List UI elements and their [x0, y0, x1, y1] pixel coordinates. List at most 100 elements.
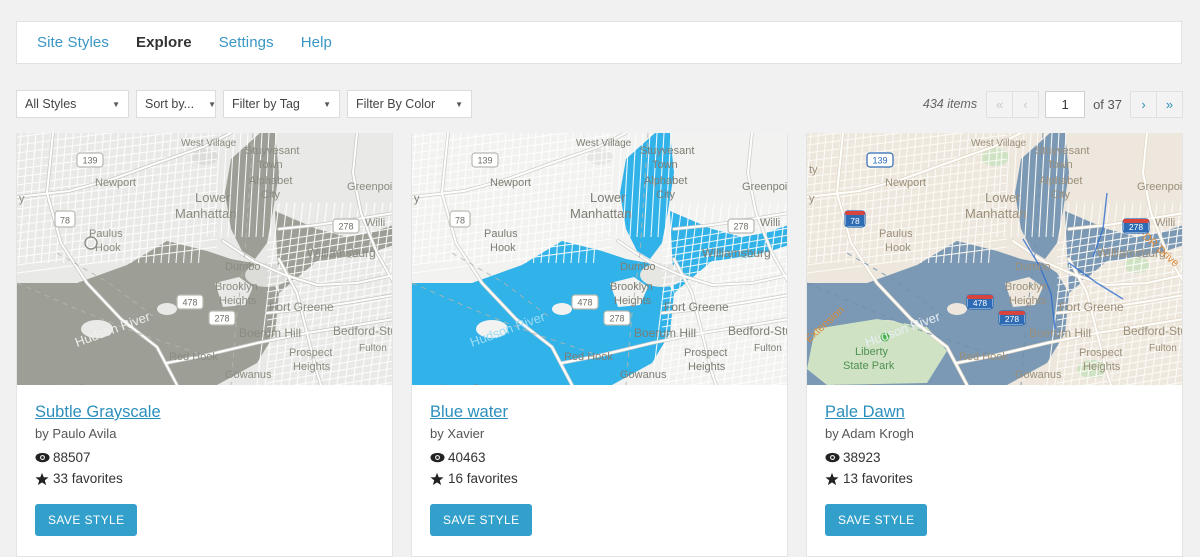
style-title-link[interactable]: Subtle Grayscale [35, 403, 161, 422]
map-thumbnail[interactable]: y Newport Paulus Hook West Village Lower Manha… [807, 133, 1182, 385]
save-style-button[interactable]: SAVE STYLE [430, 504, 533, 536]
svg-text:139: 139 [82, 156, 97, 166]
style-card[interactable]: y Newport Paulus Hook West Village Lower Manha… [16, 133, 393, 557]
svg-text:Upper Bay: Upper Bay [835, 383, 887, 385]
favorites-count: 13 favorites [843, 471, 913, 486]
save-style-button[interactable]: SAVE STYLE [35, 504, 138, 536]
svg-text:Williamsburg: Williamsburg [307, 246, 376, 260]
svg-text:ty: ty [809, 164, 818, 176]
svg-text:Fulton: Fulton [1149, 343, 1177, 354]
style-card[interactable]: y Newport Paulus Hook West Village Lower Manha… [806, 133, 1183, 557]
chevron-down-icon: ▼ [455, 99, 463, 109]
svg-text:y: y [809, 193, 815, 205]
select-sort-by[interactable]: Sort by... ▼ [136, 90, 216, 118]
svg-text:Prospect: Prospect [684, 347, 727, 359]
favorites-count: 33 favorites [53, 471, 123, 486]
svg-text:West Village: West Village [576, 138, 632, 149]
svg-text:City: City [261, 189, 280, 201]
svg-text:Alphabet: Alphabet [644, 175, 687, 187]
select-filter-by-tag-label: Filter by Tag [232, 97, 300, 111]
style-card[interactable]: y Newport Paulus Hook West Village Lower Manha… [411, 133, 788, 557]
svg-text:Heights: Heights [1083, 361, 1121, 373]
svg-text:Red Hook: Red Hook [564, 351, 613, 363]
svg-text:Stuyvesant: Stuyvesant [1035, 145, 1089, 157]
svg-text:Boerum Hill: Boerum Hill [634, 326, 696, 340]
page-number-input[interactable] [1045, 90, 1086, 118]
svg-text:Lower: Lower [195, 190, 231, 205]
svg-text:278: 278 [1005, 314, 1019, 324]
save-style-button[interactable]: SAVE STYLE [825, 504, 928, 536]
nav-item-settings[interactable]: Settings [219, 34, 274, 51]
svg-text:78: 78 [850, 216, 860, 226]
map-thumbnail[interactable]: y Newport Paulus Hook West Village Lower Manha… [412, 133, 787, 385]
svg-text:278: 278 [1129, 222, 1143, 232]
select-filter-by-color-label: Filter By Color [356, 97, 436, 111]
svg-text:Dumbo: Dumbo [225, 261, 260, 273]
svg-text:Newport: Newport [490, 177, 531, 189]
svg-text:Town: Town [1047, 159, 1073, 171]
svg-text:278: 278 [733, 222, 748, 232]
svg-text:478: 478 [973, 298, 987, 308]
svg-text:Bedford-Stuy: Bedford-Stuy [728, 324, 787, 338]
svg-text:278: 278 [214, 314, 229, 324]
chevron-down-icon: ▼ [323, 99, 331, 109]
views-stat: 40463 [430, 450, 769, 465]
svg-text:478: 478 [577, 298, 592, 308]
eye-icon [825, 452, 843, 463]
svg-text:Fort Greene: Fort Greene [269, 300, 334, 314]
svg-text:278: 278 [338, 222, 353, 232]
svg-text:Brooklyn: Brooklyn [1005, 281, 1048, 293]
star-icon [35, 472, 53, 486]
svg-text:Gowanus: Gowanus [1015, 369, 1062, 381]
eye-icon [430, 452, 448, 463]
svg-text:Heights: Heights [1009, 295, 1047, 307]
svg-text:Red Hook: Red Hook [959, 351, 1008, 363]
select-all-styles[interactable]: All Styles ▼ [16, 90, 129, 118]
views-count: 40463 [448, 450, 486, 465]
nav-item-site-styles[interactable]: Site Styles [37, 34, 109, 51]
svg-text:Boerum Hill: Boerum Hill [239, 326, 301, 340]
style-title-link[interactable]: Blue water [430, 403, 508, 422]
svg-text:Bedford-Stuy: Bedford-Stuy [1123, 324, 1182, 338]
map-thumbnail[interactable]: y Newport Paulus Hook West Village Lower Manha… [17, 133, 392, 385]
svg-text:City: City [656, 189, 675, 201]
select-filter-by-tag[interactable]: Filter by Tag ▼ [223, 90, 340, 118]
style-title-link[interactable]: Pale Dawn [825, 403, 905, 422]
prev-page-button[interactable]: ‹ [1012, 90, 1040, 118]
svg-text:Town: Town [257, 159, 283, 171]
svg-text:West Village: West Village [181, 138, 237, 149]
last-page-button[interactable]: » [1156, 90, 1183, 118]
svg-text:Newport: Newport [95, 177, 136, 189]
item-count: 434 items [922, 97, 978, 111]
first-page-button[interactable]: « [986, 90, 1014, 118]
svg-text:y: y [19, 193, 25, 205]
svg-text:Red Hook: Red Hook [169, 351, 218, 363]
favorites-stat: 16 favorites [430, 471, 769, 486]
svg-text:Brooklyn: Brooklyn [610, 281, 653, 293]
svg-text:Liberty: Liberty [855, 346, 889, 358]
chevron-down-icon: ▼ [112, 99, 120, 109]
svg-text:Hook: Hook [95, 242, 121, 254]
svg-text:Willi: Willi [365, 217, 385, 229]
svg-text:Fulton: Fulton [754, 343, 782, 354]
views-count: 38923 [843, 450, 881, 465]
svg-text:Greenpoi: Greenpoi [347, 181, 392, 193]
svg-text:Prospect: Prospect [1079, 347, 1122, 359]
views-stat: 38923 [825, 450, 1164, 465]
views-count: 88507 [53, 450, 91, 465]
svg-text:78: 78 [455, 216, 465, 226]
nav-item-explore[interactable]: Explore [136, 34, 192, 51]
select-filter-by-color[interactable]: Filter By Color ▼ [347, 90, 472, 118]
views-stat: 88507 [35, 450, 374, 465]
filter-controls: All Styles ▼ Sort by... ▼ Filter by Tag … [16, 90, 472, 118]
next-page-button[interactable]: › [1130, 90, 1157, 118]
nav-item-help[interactable]: Help [301, 34, 332, 51]
svg-text:139: 139 [477, 156, 492, 166]
card-body: Pale Dawn by Adam Krogh 38923 13 favorit… [807, 385, 1182, 556]
svg-text:Alphabet: Alphabet [249, 175, 292, 187]
svg-text:278: 278 [609, 314, 624, 324]
card-body: Subtle Grayscale by Paulo Avila 88507 33… [17, 385, 392, 556]
svg-text:Town: Town [652, 159, 678, 171]
style-author: by Paulo Avila [35, 426, 117, 441]
svg-text:Lower: Lower [590, 190, 626, 205]
